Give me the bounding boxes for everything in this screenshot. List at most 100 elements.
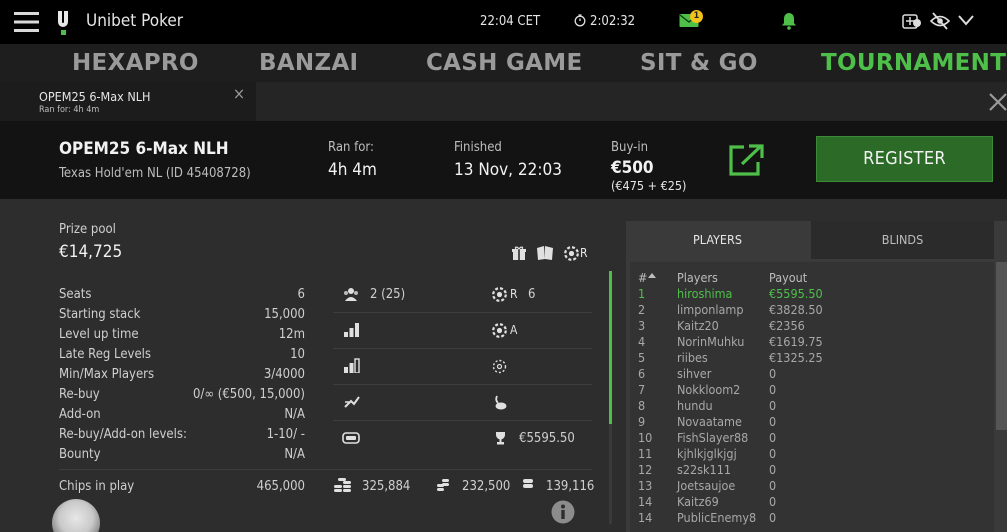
player-row-rank: 14 xyxy=(638,510,653,525)
col-header-payout[interactable]: Payout xyxy=(769,270,807,285)
open-external-icon[interactable] xyxy=(729,143,765,176)
player-row-payout: 0 xyxy=(769,510,777,525)
player-row-name[interactable]: sihver xyxy=(677,366,711,381)
session-timer: 2:02:32 xyxy=(590,14,636,29)
detail-label-min-max-players: Min/Max Players xyxy=(59,367,155,382)
player-row-name[interactable]: Kaitz20 xyxy=(677,318,719,333)
unibet-logo-icon xyxy=(56,10,74,36)
detail-value-min-max-players: 3/4000 xyxy=(263,367,305,382)
divider xyxy=(59,469,592,470)
close-panel-icon[interactable] xyxy=(989,93,1007,111)
player-row-name[interactable]: Kaitz69 xyxy=(677,494,719,509)
detail-label-seats: Seats xyxy=(59,287,92,302)
lobby-nav: HEXAPRO BANZAI CASH GAME SIT & GO TOURNA… xyxy=(0,44,1007,82)
detail-value-rebuy: 0/∞ (€500, 15,000) xyxy=(192,387,305,402)
players-icon xyxy=(343,287,359,301)
player-row-rank: 7 xyxy=(638,382,646,397)
open-tab-title: OPEM25 6-Max NLH xyxy=(39,89,151,104)
player-row-name[interactable]: Joetsaujoe xyxy=(677,478,735,493)
detail-value-seats: 6 xyxy=(297,287,305,302)
detail-label-starting-stack: Starting stack xyxy=(59,307,141,322)
tournament-game: Texas Hold'em NL (ID 45408728) xyxy=(59,166,251,181)
player-row-name[interactable]: FishSlayer88 xyxy=(677,430,748,445)
player-row-name[interactable]: Novaatame xyxy=(677,414,742,429)
buyin-detail: (€475 + €25) xyxy=(611,178,687,193)
open-tab-subtitle: Ran for: 4h 4m xyxy=(39,105,100,115)
player-row-payout: 0 xyxy=(769,398,777,413)
player-row-payout: 0 xyxy=(769,494,777,509)
player-row-name[interactable]: hundu xyxy=(677,398,713,413)
sort-asc-icon[interactable] xyxy=(648,273,656,278)
detail-value-addon: N/A xyxy=(284,407,305,422)
player-row-rank: 14 xyxy=(638,494,653,509)
tab-cash-game[interactable]: CASH GAME xyxy=(426,50,582,76)
player-row-name[interactable]: kjhlkjglkjgj xyxy=(677,446,737,461)
detail-value-starting-stack: 15,000 xyxy=(264,307,305,322)
player-row-name[interactable]: s22sk111 xyxy=(677,462,731,477)
trophy-icon xyxy=(494,431,507,445)
player-row-payout: 0 xyxy=(769,478,777,493)
reentry-label: R xyxy=(510,287,518,301)
mail-badge: 1 xyxy=(690,10,703,23)
open-tab-tournament[interactable]: OPEM25 6-Max NLH Ran for: 4h 4m × xyxy=(0,82,256,121)
player-row-rank: 13 xyxy=(638,478,653,493)
player-row-name[interactable]: Nokkloom2 xyxy=(677,382,740,397)
tab-hexapro[interactable]: HEXAPRO xyxy=(72,50,199,76)
tab-players[interactable]: PLAYERS xyxy=(626,221,809,259)
hamburger-menu-icon[interactable] xyxy=(14,11,39,33)
register-button-label: REGISTER xyxy=(863,148,946,169)
reentry-value: 6 xyxy=(528,287,536,302)
col-header-player[interactable]: Players xyxy=(677,270,718,285)
player-row-rank: 3 xyxy=(638,318,646,333)
finished-value: 13 Nov, 22:03 xyxy=(454,160,562,180)
chips-largest-stack: 325,884 xyxy=(362,479,411,494)
stopwatch-icon xyxy=(574,14,586,27)
reentry-chip-icon xyxy=(564,246,579,261)
chevron-down-icon[interactable] xyxy=(958,15,974,26)
tab-banzai[interactable]: BANZAI xyxy=(259,50,358,76)
player-row-name[interactable]: PublicEnemy8 xyxy=(677,510,756,525)
clock-time: 22:04 CET xyxy=(480,14,541,29)
player-row-payout: €3828.50 xyxy=(769,302,823,317)
chips-in-play-total: 465,000 xyxy=(256,479,305,494)
buyin-value: €500 xyxy=(611,158,654,178)
col-header-rank[interactable]: # xyxy=(638,270,647,285)
level-bars-icon xyxy=(344,322,360,337)
detail-label-addon: Add-on xyxy=(59,407,101,422)
tab-blinds[interactable]: BLINDS xyxy=(811,221,994,259)
notification-bell-icon[interactable] xyxy=(781,12,797,30)
tab-tournament[interactable]: TOURNAMENT xyxy=(821,50,1006,76)
tab-players-label: PLAYERS xyxy=(693,232,742,247)
chips-smallest-stack: 139,116 xyxy=(546,479,595,494)
players-count: 2 (25) xyxy=(370,287,406,302)
tab-blinds-label: BLINDS xyxy=(881,232,924,247)
register-button[interactable]: REGISTER xyxy=(816,136,993,182)
player-row-name[interactable]: limponlamp xyxy=(677,302,743,317)
table-settings-icon[interactable] xyxy=(902,12,922,30)
detail-value-rebuy-addon-levels: 1-10/ - xyxy=(266,427,305,442)
players-scrollbar[interactable] xyxy=(996,262,1007,430)
player-row-rank: 8 xyxy=(638,398,646,413)
dashed-chip-icon xyxy=(492,359,507,374)
player-row-name[interactable]: riibes xyxy=(677,350,708,365)
details-scrollbar[interactable] xyxy=(609,271,612,424)
detail-value-late-reg-levels: 10 xyxy=(290,347,305,362)
tab-sit-and-go[interactable]: SIT & GO xyxy=(640,50,758,76)
info-icon[interactable] xyxy=(551,500,575,524)
detail-value-bounty: N/A xyxy=(284,447,305,462)
player-row-name[interactable]: hiroshima xyxy=(677,286,732,301)
prize-reentry-label: R xyxy=(580,246,588,260)
detail-label-bounty: Bounty xyxy=(59,447,101,462)
player-row-name[interactable]: NorinMuhku xyxy=(677,334,744,349)
tournament-header: OPEM25 6-Max NLH Texas Hold'em NL (ID 45… xyxy=(0,122,1007,199)
bounty-icon xyxy=(493,395,507,410)
ran-for-value: 4h 4m xyxy=(328,160,377,180)
blind-levels-icon xyxy=(344,358,360,373)
hide-eye-icon[interactable] xyxy=(930,12,950,30)
divider xyxy=(333,420,592,421)
detail-label-rebuy: Re-buy xyxy=(59,387,100,402)
top-bar: Unibet Poker 22:04 CET 2:02:32 1 xyxy=(0,0,1007,44)
chips-average-stack: 232,500 xyxy=(462,479,511,494)
player-row-payout: 0 xyxy=(769,462,777,477)
close-tab-icon[interactable]: × xyxy=(233,84,245,103)
